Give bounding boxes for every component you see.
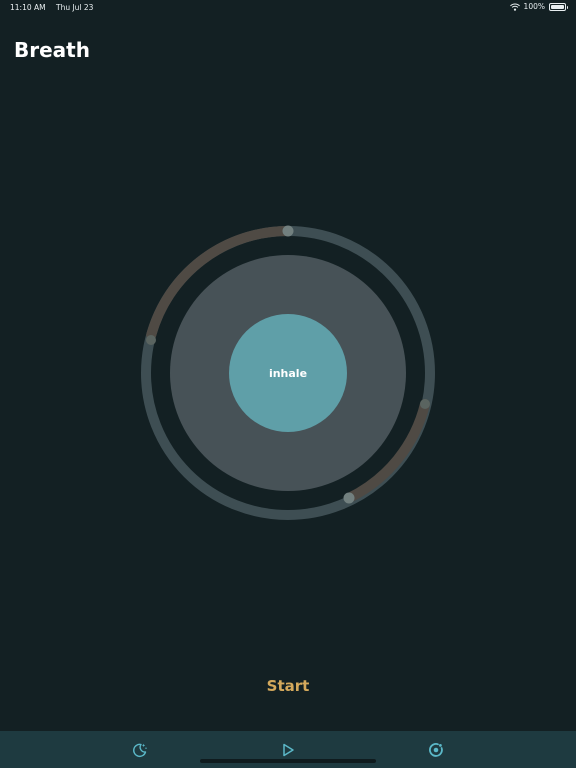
battery-percent: 100%: [523, 2, 545, 11]
status-left: 11:10 AM Thu Jul 23: [10, 3, 101, 12]
status-time: 11:10 AM: [10, 3, 46, 12]
status-bar: 11:10 AM Thu Jul 23 100%: [0, 0, 576, 16]
marker-dot-top[interactable]: [282, 225, 294, 237]
inner-breath-circle: [229, 314, 347, 432]
status-date: Thu Jul 23: [56, 3, 94, 12]
moon-icon: [133, 743, 147, 757]
tab-focus[interactable]: [406, 731, 466, 768]
battery-icon: [549, 2, 568, 11]
marker-dot-right[interactable]: [420, 399, 430, 409]
breath-app: 11:10 AM Thu Jul 23 100% Breath inhale S…: [0, 0, 576, 768]
focus-icon: [429, 742, 443, 757]
page-title: Breath: [14, 38, 90, 62]
breath-visual: [141, 225, 435, 520]
marker-dot-bottom[interactable]: [343, 492, 355, 504]
marker-dot-left[interactable]: [146, 335, 156, 345]
play-icon: [283, 743, 294, 756]
status-right: 100%: [509, 2, 568, 11]
home-indicator: [200, 759, 376, 763]
wifi-icon: [509, 3, 520, 11]
tab-bar: [0, 731, 576, 768]
start-button[interactable]: Start: [238, 672, 338, 700]
tab-sleep[interactable]: [110, 731, 170, 768]
